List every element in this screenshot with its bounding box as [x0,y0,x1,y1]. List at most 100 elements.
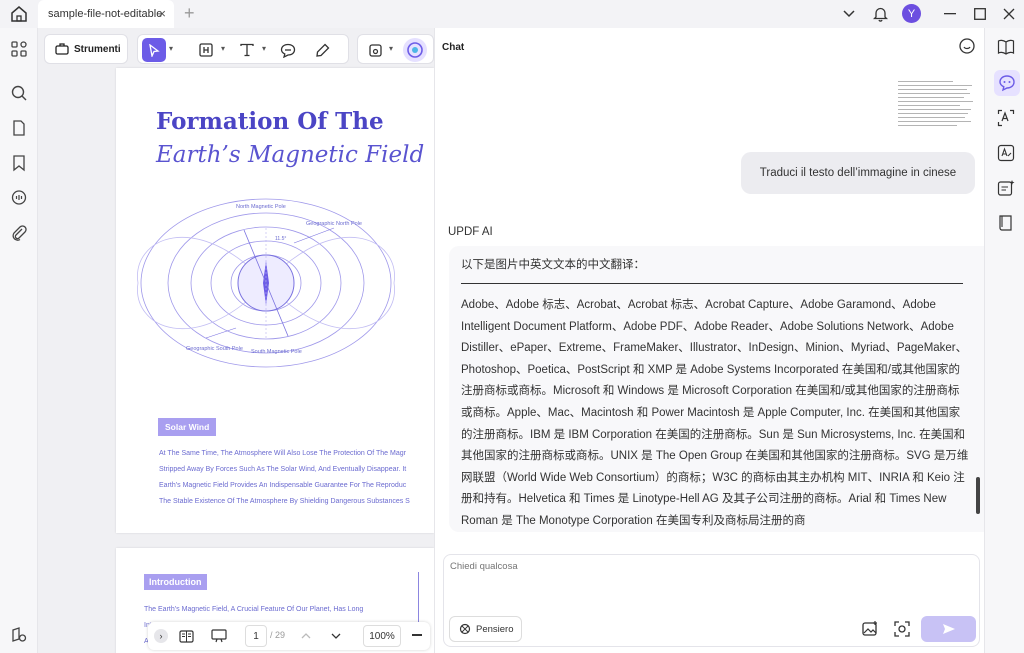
chevron-down-icon[interactable]: ▾ [389,44,393,53]
body-line: Stripped Away By Forces Such As The Sola… [159,466,407,473]
save-disk-icon [368,43,382,57]
cursor-icon [149,43,160,57]
speech-bubble-icon [280,43,296,58]
history-icon[interactable] [958,37,976,55]
highlight-tool-button[interactable] [310,38,334,62]
document-tab[interactable]: sample-file-not-editable × [38,0,174,28]
north-magnetic-pole-label: North Magnetic Pole [236,204,286,210]
text-tool-button[interactable] [235,38,259,62]
chat-scrollbar[interactable] [976,477,980,514]
angle-label: 11.5° [275,236,286,242]
reading-book-icon[interactable] [996,37,1016,57]
grid-apps-icon[interactable] [10,40,28,58]
new-tab-icon[interactable]: + [184,3,195,24]
collapse-nav-icon[interactable]: › [154,629,168,643]
chat-title: Chat [442,42,465,53]
toolbox-icon [55,43,69,55]
solar-wind-label: Solar Wind [158,418,217,436]
avatar-initial: Y [907,7,916,20]
close-tab-icon[interactable]: × [158,6,166,21]
zoom-level-input[interactable]: 100% [363,625,401,647]
document-page-1: Formation Of The Earth’s Magnetic Field [116,68,434,533]
user-message-text: Traduci il testo dell’immagine in cinese [759,167,957,179]
edit-text-box-tool[interactable] [194,38,218,62]
title-bar: sample-file-not-editable × + Y [0,0,1024,28]
document-viewer[interactable]: Strumenti ▾ ▾ ▾ ▾ Formation Of The Earth… [38,28,434,653]
current-page-value: 1 [253,630,259,642]
chevron-down-icon[interactable] [838,4,860,24]
ai-chat-icon[interactable] [994,70,1020,96]
user-avatar[interactable]: Y [902,4,921,23]
ocr-text-icon[interactable] [996,143,1016,163]
left-sidebar [0,28,38,653]
page-thumbnail-icon[interactable] [10,119,28,137]
zoom-level-value: 100% [369,630,395,642]
edit-toolbar: Strumenti ▾ ▾ ▾ ▾ [42,32,434,66]
close-window-icon[interactable] [998,4,1020,24]
user-message-bubble: Traduci il testo dell’immagine in cinese [741,152,975,194]
bookmark-icon[interactable] [10,154,28,172]
geographic-north-pole-label: Geographic North Pole [306,221,362,227]
ai-response-text: Adobe、Adobe 标志、Acrobat、Acrobat 标志、Acroba… [461,299,969,527]
annotation-tool-group: ▾ ▾ ▾ [137,34,349,64]
home-icon[interactable] [9,5,29,23]
chevron-down-icon[interactable] [328,628,344,644]
image-upload-icon[interactable] [861,620,879,638]
text-box-icon [199,43,213,57]
app-window: sample-file-not-editable × + Y Strumenti [0,0,1024,653]
attachment-icon[interactable] [10,224,28,242]
send-button[interactable] [921,616,976,642]
updf-ai-button[interactable] [403,38,427,62]
notification-bell-icon[interactable] [869,4,891,24]
translate-icon[interactable] [996,108,1016,128]
select-tool-button[interactable] [142,38,166,62]
sparkle-edit-icon[interactable] [996,178,1016,198]
chat-input-box: Pensiero [443,554,980,647]
search-icon[interactable] [10,84,28,102]
comment-tool-button[interactable] [276,38,300,62]
stamp-tool-button[interactable] [363,38,387,62]
magnetic-field-diagram: North Magnetic Pole Geographic North Pol… [137,198,395,368]
chevron-up-icon[interactable] [298,628,314,644]
comment-icon[interactable] [10,189,28,207]
presentation-icon[interactable] [210,628,228,644]
right-sidebar [984,28,1024,653]
current-page-input[interactable]: 1 [245,625,267,647]
brain-icon [459,623,471,635]
geographic-south-pole-label: Geographic South Pole [186,346,243,352]
ai-assistant-icon [407,42,423,58]
layers-icon[interactable] [10,626,28,644]
ai-response-bubble: 以下是图片中英文文本的中文翻译： Adobe、Adobe 标志、Acrobat、… [449,246,1002,532]
page-navigation-bar: › 1 / 29 100% [148,622,430,650]
body-line: The Stable Existence Of The Atmosphere B… [159,498,410,505]
page-layout-icon[interactable] [178,628,194,644]
thinking-mode-button[interactable]: Pensiero [449,616,522,642]
ai-sender-label: UPDF AI [448,226,493,238]
body-line: At The Same Time, The Atmosphere Will Al… [159,450,406,457]
maximize-icon[interactable] [969,4,991,24]
page-title-line-1: Formation Of The [156,108,384,135]
chevron-down-icon[interactable]: ▾ [169,44,173,53]
chat-input-field[interactable] [450,561,950,572]
screenshot-icon[interactable] [893,620,911,638]
send-icon [942,624,955,634]
tools-button[interactable]: Strumenti [44,34,128,64]
zoom-out-icon[interactable] [412,634,422,636]
tools-button-label: Strumenti [74,43,121,55]
chevron-down-icon[interactable]: ▾ [262,44,266,53]
minimize-icon[interactable] [939,4,961,24]
total-pages: / 29 [270,630,286,640]
south-magnetic-pole-label: South Magnetic Pole [251,349,302,355]
attached-image-thumbnail[interactable] [898,78,976,136]
thinking-mode-label: Pensiero [476,623,514,635]
body-line: The Earth’s Magnetic Field, A Crucial Fe… [144,606,364,613]
chat-panel: Chat Traduci il testo dell’immagine in c… [434,28,1002,653]
document-tab-title: sample-file-not-editable [48,8,163,20]
dictionary-book-icon[interactable] [996,213,1016,233]
ai-response-heading: 以下是图片中英文文本的中文翻译： [461,259,645,271]
ai-tool-group: ▾ [357,34,434,64]
chevron-down-icon[interactable]: ▾ [221,44,225,53]
page-title-line-2: Earth’s Magnetic Field [156,142,425,168]
marker-icon [315,43,329,57]
divider-line [461,283,963,284]
